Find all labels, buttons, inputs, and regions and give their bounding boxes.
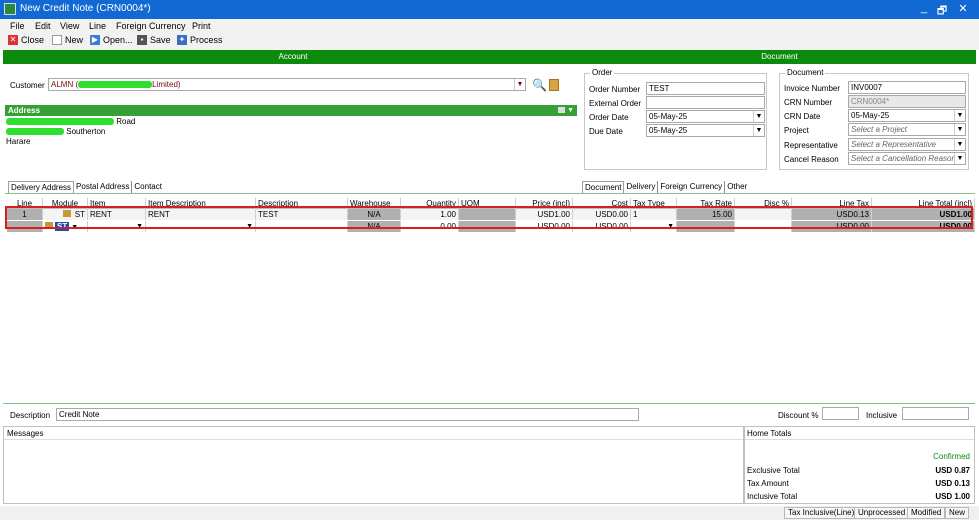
order-date-field[interactable]: 05-May-25 ▼ [646,110,765,123]
representative-select[interactable]: Select a Representative ▼ [848,138,966,151]
status-processed: Unprocessed [854,507,910,519]
tab-contact[interactable]: Contact [132,181,164,193]
crn-date-field[interactable]: 05-May-25 ▼ [848,109,966,122]
status-modified: Modified [907,507,946,519]
crn-number-field: CRN0004* [848,95,966,108]
chevron-down-icon[interactable]: ▼ [954,124,965,135]
chevron-down-icon[interactable]: ▼ [514,79,525,90]
inclusive-field[interactable] [902,407,969,420]
cancel-reason-select[interactable]: Select a Cancellation Reason ▼ [848,152,966,165]
invoice-number-field[interactable]: INV0007 [848,81,966,94]
chevron-down-icon[interactable]: ▼ [954,139,965,150]
address-tabs: Delivery Address Postal Address Contact [8,181,164,193]
chevron-down-icon[interactable]: ▼ [567,105,574,116]
chevron-down-icon[interactable]: ▼ [753,111,764,122]
title-bar: New Credit Note (CRN0004*) _ 🗗 ✕ [0,0,979,19]
document-tabs: Document Delivery Foreign Currency Other [582,181,749,193]
tax-amount-label: Tax Amount [747,479,789,488]
crn-number-label: CRN Number [784,98,833,107]
external-order-label: External Order [589,99,642,108]
minimize-button[interactable]: _ [916,2,932,14]
exclusive-total-value: USD 0.87 [935,466,970,475]
menu-foreign-currency[interactable]: Foreign Currency [116,21,186,31]
close-button[interactable]: ✕ Close [8,35,44,45]
highlight-box [5,206,973,229]
grid-icon[interactable] [558,107,565,113]
status-text: Confirmed [933,452,970,461]
open-folder-icon: ▶ [90,35,100,45]
inclusive-label: Inclusive [866,411,898,420]
home-totals-label: Home Totals [747,429,792,438]
account-section-header: Account [3,50,583,64]
tab-document[interactable]: Document [582,181,625,193]
project-select[interactable]: Select a Project ▼ [848,123,966,136]
address-header: Address ▼ [5,105,577,116]
close-icon: ✕ [8,35,18,45]
order-number-field[interactable]: TEST [646,82,765,95]
new-document-icon [52,35,62,45]
customer-label: Customer [10,81,45,90]
divider [5,193,975,194]
redacted-mark [6,128,64,136]
inclusive-total-value: USD 1.00 [935,492,970,501]
tax-amount-value: USD 0.13 [935,479,970,488]
save-button[interactable]: ▪ Save [137,35,171,45]
messages-label: Messages [7,429,44,438]
divider [3,403,975,404]
due-date-label: Due Date [589,127,623,136]
exclusive-total-label: Exclusive Total [747,466,800,475]
menu-line[interactable]: Line [89,21,106,31]
close-window-button[interactable]: ✕ [955,2,971,15]
document-section-header: Document [583,50,976,64]
order-number-label: Order Number [589,85,641,94]
search-icon[interactable]: 🔍 [532,78,547,92]
invoice-number-label: Invoice Number [784,84,841,93]
redacted-mark [6,118,114,126]
chevron-down-icon[interactable]: ▼ [753,125,764,136]
open-button[interactable]: ▶ Open... [90,35,133,45]
cancel-reason-label: Cancel Reason [784,155,839,164]
discount-label: Discount % [778,411,819,420]
tab-delivery[interactable]: Delivery [624,181,659,193]
due-date-field[interactable]: 05-May-25 ▼ [646,124,765,137]
customer-details-icon[interactable] [549,79,559,91]
menu-print[interactable]: Print [192,21,211,31]
customer-field[interactable]: ALMN (Limited) ▼ [48,78,526,91]
save-icon: ▪ [137,35,147,45]
address-block: Road Southerton Harare [6,117,136,146]
status-bar: Tax Inclusive(Line) Unprocessed Modified… [0,506,979,520]
tab-postal-address[interactable]: Postal Address [74,181,133,193]
representative-label: Representative [784,141,838,150]
project-label: Project [784,126,809,135]
discount-field[interactable] [822,407,859,420]
home-totals-panel: Home Totals Confirmed Exclusive Total US… [744,426,975,504]
redacted-mark [78,81,153,89]
status-new: New [945,507,970,519]
tab-delivery-address[interactable]: Delivery Address [8,181,75,193]
chevron-down-icon[interactable]: ▼ [954,110,965,121]
menu-view[interactable]: View [60,21,79,31]
description-field[interactable]: Credit Note [56,408,639,421]
process-icon: ✦ [177,35,187,45]
chevron-down-icon[interactable]: ▼ [954,153,965,164]
menu-edit[interactable]: Edit [35,21,51,31]
tab-foreign-currency[interactable]: Foreign Currency [658,181,726,193]
toolbar: ✕ Close New ▶ Open... ▪ Save ✦ Process [0,33,979,50]
tab-other[interactable]: Other [725,181,749,193]
description-label: Description [10,411,51,420]
messages-panel: Messages [3,426,744,504]
menu-bar: File Edit View Line Foreign Currency Pri… [0,19,979,33]
window-title: New Credit Note (CRN0004*) [20,3,151,14]
order-date-label: Order Date [589,113,629,122]
inclusive-total-label: Inclusive Total [747,492,798,501]
status-tax-inclusive: Tax Inclusive(Line) [784,507,859,519]
crn-date-label: CRN Date [784,112,821,121]
app-icon [4,3,16,15]
process-button[interactable]: ✦ Process [177,35,223,45]
external-order-field[interactable] [646,96,765,109]
new-button[interactable]: New [52,35,83,45]
menu-file[interactable]: File [10,21,25,31]
